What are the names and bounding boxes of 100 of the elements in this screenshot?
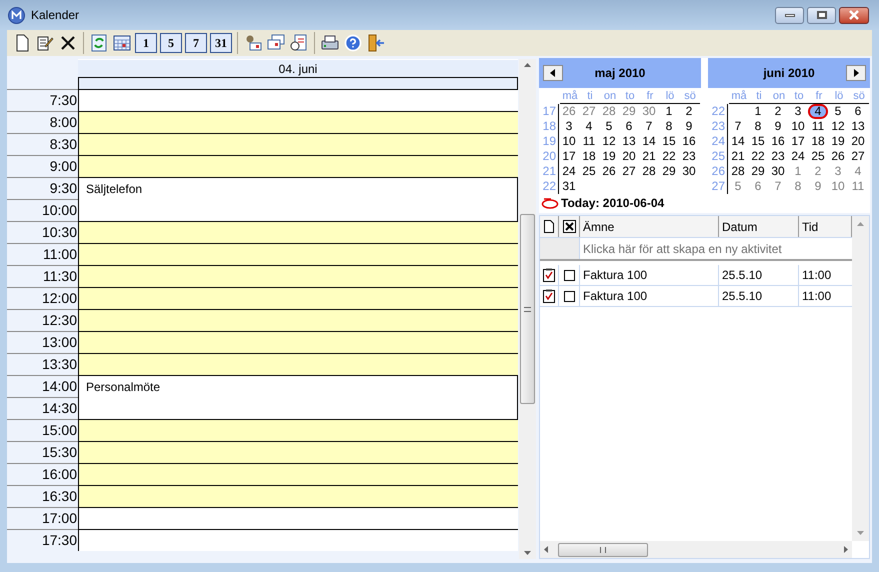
- calendar-day[interactable]: 27: [848, 149, 868, 164]
- working-hours-slot[interactable]: [78, 133, 518, 155]
- calendar-day[interactable]: 28: [728, 164, 748, 179]
- working-hours-slot[interactable]: [78, 441, 518, 463]
- column-header[interactable]: Datum: [719, 216, 799, 237]
- calendar-day[interactable]: 5: [728, 179, 748, 194]
- calendar-day[interactable]: 25: [579, 164, 599, 179]
- scroll-up-icon[interactable]: [524, 63, 531, 67]
- calendar-day[interactable]: 31: [559, 179, 579, 194]
- calendar-day[interactable]: 6: [619, 119, 639, 134]
- calendar-day[interactable]: 28: [639, 164, 659, 179]
- new-task-placeholder[interactable]: Klicka här för att skapa en ny aktivitet: [580, 238, 852, 259]
- working-hours-slot[interactable]: [78, 419, 518, 441]
- vertical-scrollbar[interactable]: [519, 59, 536, 559]
- working-hours-slot[interactable]: [78, 463, 518, 485]
- calendar-day[interactable]: 11: [579, 134, 599, 149]
- calendar-day[interactable]: 18: [579, 149, 599, 164]
- calendar-view-button[interactable]: 7: [185, 33, 207, 53]
- calendar-day[interactable]: 12: [828, 119, 848, 134]
- calendar-day[interactable]: 8: [659, 119, 679, 134]
- calendar-day[interactable]: 21: [639, 149, 659, 164]
- time-slot[interactable]: [78, 507, 518, 529]
- calendar-day[interactable]: 1: [788, 164, 808, 179]
- calendar-day[interactable]: 19: [599, 149, 619, 164]
- calendar-day[interactable]: 23: [768, 149, 788, 164]
- calendar-day[interactable]: 4: [808, 104, 828, 119]
- calendar-day[interactable]: 18: [808, 134, 828, 149]
- calendar-day[interactable]: 26: [599, 164, 619, 179]
- calendar-day[interactable]: 9: [768, 119, 788, 134]
- working-hours-slot[interactable]: [78, 111, 518, 133]
- calendar-day[interactable]: 6: [748, 179, 768, 194]
- calendar-day[interactable]: 2: [679, 104, 699, 119]
- close-button[interactable]: [839, 6, 869, 24]
- maximize-button[interactable]: [807, 6, 836, 24]
- column-header[interactable]: Ämne: [580, 216, 719, 237]
- working-hours-slot[interactable]: [78, 353, 518, 375]
- calendar-day[interactable]: 28: [599, 104, 619, 119]
- calendar-day[interactable]: 3: [828, 164, 848, 179]
- calendar-day[interactable]: 30: [679, 164, 699, 179]
- calendar-day[interactable]: 22: [748, 149, 768, 164]
- calendar-day[interactable]: 29: [619, 104, 639, 119]
- previous-month-button[interactable]: [543, 65, 563, 81]
- calendar-day[interactable]: 9: [808, 179, 828, 194]
- calendar-day[interactable]: 7: [768, 179, 788, 194]
- scroll-right-icon[interactable]: [844, 546, 848, 553]
- calendar-day[interactable]: 24: [559, 164, 579, 179]
- calendar-day[interactable]: 30: [768, 164, 788, 179]
- calendar-day[interactable]: 1: [659, 104, 679, 119]
- task-checkbox[interactable]: [564, 290, 574, 302]
- calendar-day[interactable]: 13: [619, 134, 639, 149]
- calendar-day[interactable]: 2: [808, 164, 828, 179]
- calendar-day[interactable]: 11: [808, 119, 828, 134]
- task-checkbox[interactable]: [564, 270, 574, 280]
- calendar-day[interactable]: 25: [808, 149, 828, 164]
- help-icon[interactable]: [342, 32, 364, 54]
- calendar-day[interactable]: 14: [639, 134, 659, 149]
- calendar-day[interactable]: 21: [728, 149, 748, 164]
- scrollbar-thumb[interactable]: [558, 542, 648, 556]
- appointment[interactable]: Personalmöte: [78, 375, 518, 419]
- calendar-day[interactable]: 24: [788, 149, 808, 164]
- calendar-day[interactable]: 3: [788, 104, 808, 119]
- calendar-day[interactable]: 16: [768, 134, 788, 149]
- working-hours-slot[interactable]: [78, 485, 518, 507]
- working-hours-slot[interactable]: [78, 221, 518, 243]
- calendar-day[interactable]: 11: [848, 179, 868, 194]
- calendar-day[interactable]: 19: [828, 134, 848, 149]
- calendar-day[interactable]: 20: [619, 149, 639, 164]
- calendar-day[interactable]: 15: [748, 134, 768, 149]
- calendar-day[interactable]: 23: [679, 149, 699, 164]
- minimize-button[interactable]: [775, 6, 804, 24]
- calendar-day[interactable]: 20: [848, 134, 868, 149]
- calendar-day[interactable]: 5: [599, 119, 619, 134]
- calendar-day[interactable]: 8: [788, 179, 808, 194]
- calendar-day[interactable]: 12: [599, 134, 619, 149]
- working-hours-slot[interactable]: [78, 243, 518, 265]
- scrollbar-thumb[interactable]: [520, 214, 535, 404]
- calendar-day[interactable]: 17: [559, 149, 579, 164]
- horizontal-scrollbar[interactable]: [540, 541, 852, 558]
- calendar-day[interactable]: 16: [679, 134, 699, 149]
- calendar-view-button[interactable]: 5: [160, 33, 182, 53]
- working-hours-slot[interactable]: [78, 265, 518, 287]
- today-label[interactable]: Today: 2010-06-04: [561, 194, 664, 212]
- calendar-day[interactable]: 29: [659, 164, 679, 179]
- scroll-left-icon[interactable]: [544, 546, 548, 553]
- calendar-day[interactable]: 29: [748, 164, 768, 179]
- calendar-day[interactable]: 5: [828, 104, 848, 119]
- time-slot[interactable]: [78, 529, 518, 551]
- calendar-day[interactable]: 4: [848, 164, 868, 179]
- calendar-day[interactable]: 10: [559, 134, 579, 149]
- working-hours-slot[interactable]: [78, 309, 518, 331]
- calendar-day[interactable]: 15: [659, 134, 679, 149]
- calendar-day[interactable]: 14: [728, 134, 748, 149]
- calendar-day[interactable]: 9: [679, 119, 699, 134]
- calendar-day[interactable]: 30: [639, 104, 659, 119]
- working-hours-slot[interactable]: [78, 331, 518, 353]
- working-hours-slot[interactable]: [78, 155, 518, 177]
- time-slot[interactable]: [78, 89, 518, 111]
- calendar-day[interactable]: 3: [559, 119, 579, 134]
- calendar-day[interactable]: 27: [619, 164, 639, 179]
- calendar-day[interactable]: 26: [828, 149, 848, 164]
